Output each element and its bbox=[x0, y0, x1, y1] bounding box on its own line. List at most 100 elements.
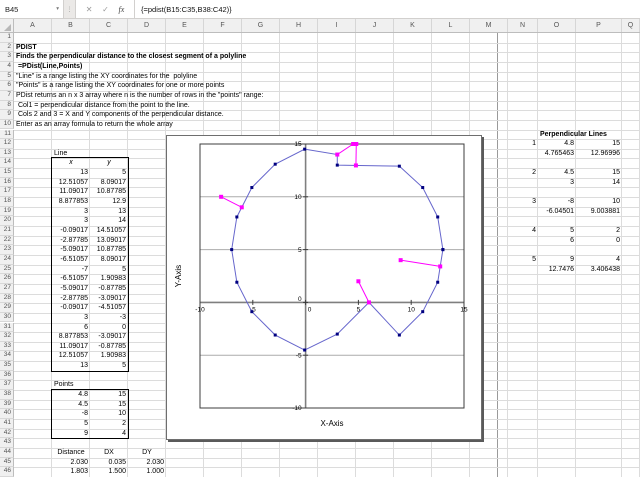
line-y-value[interactable]: 5 bbox=[90, 361, 126, 371]
perp-index[interactable]: 4 bbox=[508, 226, 536, 236]
row-header-2[interactable]: 2 bbox=[0, 43, 14, 53]
row-header-30[interactable]: 30 bbox=[0, 313, 14, 323]
perpendicular-table-title[interactable]: Perpendicular Lines bbox=[540, 130, 607, 140]
row-header-41[interactable]: 41 bbox=[0, 419, 14, 429]
perp-index[interactable]: 1 bbox=[508, 139, 536, 149]
line-y-value[interactable]: 12.9 bbox=[90, 197, 126, 207]
column-header-Q[interactable]: Q bbox=[622, 19, 640, 32]
row-header-33[interactable]: 33 bbox=[0, 342, 14, 352]
point-y-value[interactable]: 4 bbox=[90, 429, 126, 439]
line-x-value[interactable]: -6.51057 bbox=[52, 274, 88, 284]
row-header-21[interactable]: 21 bbox=[0, 226, 14, 236]
row-header-39[interactable]: 39 bbox=[0, 400, 14, 410]
row-header-16[interactable]: 16 bbox=[0, 178, 14, 188]
point-y-value[interactable]: 2 bbox=[90, 419, 126, 429]
point-x-value[interactable]: 9 bbox=[52, 429, 88, 439]
result-header-dx[interactable]: DX bbox=[90, 448, 128, 458]
perp-point-y[interactable]: 10 bbox=[576, 197, 620, 207]
description-row-9[interactable]: Cols 2 and 3 = X and Y components of the… bbox=[16, 110, 224, 120]
row-header-31[interactable]: 31 bbox=[0, 323, 14, 333]
perp-foot-x[interactable]: 12.7476 bbox=[538, 265, 574, 275]
column-header-K[interactable]: K bbox=[394, 19, 432, 32]
column-header-B[interactable]: B bbox=[52, 19, 90, 32]
perp-index[interactable]: 3 bbox=[508, 197, 536, 207]
column-header-D[interactable]: D bbox=[128, 19, 166, 32]
line-x-value[interactable]: 11.09017 bbox=[52, 187, 88, 197]
line-y-value[interactable]: 5 bbox=[90, 168, 126, 178]
result-dy-value[interactable]: 2.030 bbox=[128, 458, 164, 468]
row-header-7[interactable]: 7 bbox=[0, 91, 14, 101]
result-header-dy[interactable]: DY bbox=[128, 448, 166, 458]
description-row-2[interactable]: PDIST bbox=[16, 43, 37, 53]
perp-foot-y[interactable]: 9.003881 bbox=[576, 207, 620, 217]
perp-foot-x[interactable]: 4.765463 bbox=[538, 149, 574, 159]
column-header-C[interactable]: C bbox=[90, 19, 128, 32]
row-header-38[interactable]: 38 bbox=[0, 390, 14, 400]
perp-foot-y[interactable]: 12.96996 bbox=[576, 149, 620, 159]
row-header-19[interactable]: 19 bbox=[0, 207, 14, 217]
perp-index[interactable]: 2 bbox=[508, 168, 536, 178]
result-header-distance[interactable]: Distance bbox=[52, 448, 90, 458]
row-header-40[interactable]: 40 bbox=[0, 409, 14, 419]
row-header-4[interactable]: 4 bbox=[0, 62, 14, 72]
row-header-36[interactable]: 36 bbox=[0, 371, 14, 381]
row-header-37[interactable]: 37 bbox=[0, 380, 14, 390]
row-header-17[interactable]: 17 bbox=[0, 187, 14, 197]
row-header-24[interactable]: 24 bbox=[0, 255, 14, 265]
result-dx-value[interactable]: 0.035 bbox=[90, 458, 126, 468]
line-y-value[interactable]: 8.09017 bbox=[90, 178, 126, 188]
perp-foot-x[interactable]: 6 bbox=[538, 236, 574, 246]
point-x-value[interactable]: -8 bbox=[52, 409, 88, 419]
perp-foot-x[interactable]: -6.04501 bbox=[538, 207, 574, 217]
description-row-7[interactable]: PDist returns an n x 3 array where n is … bbox=[16, 91, 263, 101]
cancel-icon[interactable]: ✕ bbox=[86, 5, 93, 14]
row-header-35[interactable]: 35 bbox=[0, 361, 14, 371]
point-x-value[interactable]: 4.5 bbox=[52, 400, 88, 410]
result-dx-value[interactable]: 1.500 bbox=[90, 467, 126, 477]
row-header-27[interactable]: 27 bbox=[0, 284, 14, 294]
perp-point-x[interactable]: 4.8 bbox=[538, 139, 574, 149]
line-y-value[interactable]: -3 bbox=[90, 313, 126, 323]
perp-foot-y[interactable]: 14 bbox=[576, 178, 620, 188]
line-x-value[interactable]: -0.09017 bbox=[52, 226, 88, 236]
line-y-value[interactable]: 1.90983 bbox=[90, 351, 126, 361]
points-table-label[interactable]: Points bbox=[54, 380, 73, 390]
column-header-O[interactable]: O bbox=[538, 19, 576, 32]
perp-point-x[interactable]: -8 bbox=[538, 197, 574, 207]
line-x-value[interactable]: -2.87785 bbox=[52, 294, 88, 304]
description-row-3[interactable]: Finds the perpendicular distance to the … bbox=[16, 52, 246, 62]
row-header-20[interactable]: 20 bbox=[0, 216, 14, 226]
perp-foot-y[interactable]: 3.406438 bbox=[576, 265, 620, 275]
formula-input[interactable]: {=pdist(B15:C35,B38:C42)} bbox=[135, 0, 640, 18]
line-x-value[interactable]: 3 bbox=[52, 313, 88, 323]
column-header-N[interactable]: N bbox=[508, 19, 538, 32]
line-x-value[interactable]: 3 bbox=[52, 216, 88, 226]
line-x-value[interactable]: 3 bbox=[52, 207, 88, 217]
line-x-value[interactable]: 12.51057 bbox=[52, 351, 88, 361]
column-header-F[interactable]: F bbox=[204, 19, 242, 32]
row-header-18[interactable]: 18 bbox=[0, 197, 14, 207]
line-y-value[interactable]: -4.51057 bbox=[90, 303, 126, 313]
point-x-value[interactable]: 4.8 bbox=[52, 390, 88, 400]
row-header-9[interactable]: 9 bbox=[0, 110, 14, 120]
point-y-value[interactable]: 15 bbox=[90, 390, 126, 400]
line-x-value[interactable]: 8.877853 bbox=[52, 332, 88, 342]
column-header-M[interactable]: M bbox=[470, 19, 508, 32]
row-header-42[interactable]: 42 bbox=[0, 429, 14, 439]
perp-point-x[interactable]: 5 bbox=[538, 226, 574, 236]
column-header-I[interactable]: I bbox=[318, 19, 356, 32]
row-header-32[interactable]: 32 bbox=[0, 332, 14, 342]
description-row-10[interactable]: Enter as an array formula to return the … bbox=[16, 120, 173, 130]
perp-foot-x[interactable]: 3 bbox=[538, 178, 574, 188]
line-y-value[interactable]: 10.87785 bbox=[90, 245, 126, 255]
line-x-value[interactable]: -5.09017 bbox=[52, 245, 88, 255]
column-header-L[interactable]: L bbox=[432, 19, 470, 32]
column-header-P[interactable]: P bbox=[576, 19, 622, 32]
row-header-10[interactable]: 10 bbox=[0, 120, 14, 130]
line-y-value[interactable]: 5 bbox=[90, 265, 126, 275]
line-x-value[interactable]: 11.09017 bbox=[52, 342, 88, 352]
line-y-value[interactable]: 13.09017 bbox=[90, 236, 126, 246]
line-y-value[interactable]: 14.51057 bbox=[90, 226, 126, 236]
row-header-13[interactable]: 13 bbox=[0, 149, 14, 159]
row-header-26[interactable]: 26 bbox=[0, 274, 14, 284]
